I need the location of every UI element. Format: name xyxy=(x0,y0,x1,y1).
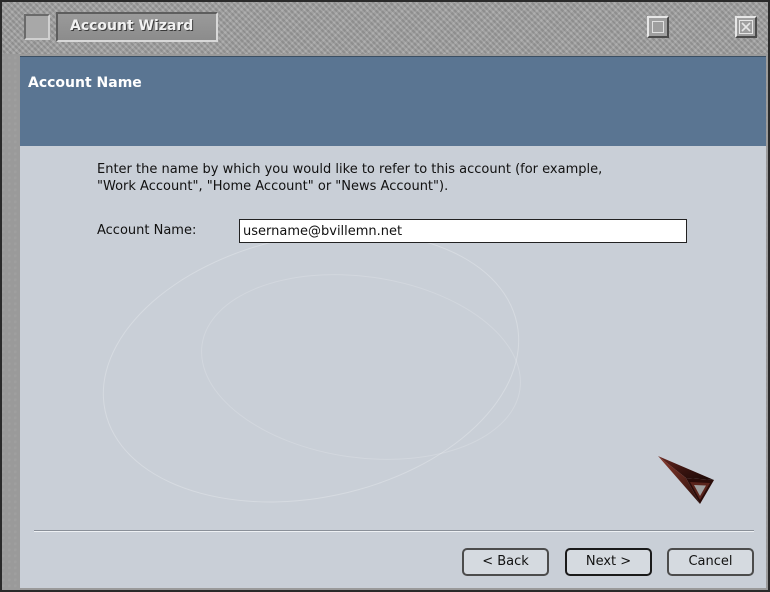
system-menu-icon[interactable] xyxy=(24,14,50,40)
title-tab: Account Wizard xyxy=(56,12,218,42)
close-icon[interactable] xyxy=(735,16,757,38)
page-title: Account Name xyxy=(28,75,142,91)
instructions-text: Enter the name by which you would like t… xyxy=(97,161,697,195)
instructions-line: "Work Account", "Home Account" or "News … xyxy=(97,179,449,194)
title-bar[interactable]: Account Wizard xyxy=(2,2,768,54)
netscape-logo-icon xyxy=(656,452,726,512)
next-button[interactable]: Next > xyxy=(565,548,652,576)
account-wizard-window: Account Wizard Account Name Enter the na… xyxy=(0,0,770,592)
account-name-label: Account Name: xyxy=(97,223,197,238)
maximize-icon[interactable] xyxy=(647,16,669,38)
window-title: Account Wizard xyxy=(70,18,194,34)
button-divider xyxy=(34,530,754,532)
wizard-content: Enter the name by which you would like t… xyxy=(20,146,766,588)
back-button[interactable]: < Back xyxy=(462,548,549,576)
account-name-input[interactable] xyxy=(239,219,687,243)
instructions-line: Enter the name by which you would like t… xyxy=(97,162,603,177)
cancel-button[interactable]: Cancel xyxy=(667,548,754,576)
page-header: Account Name xyxy=(20,56,766,147)
